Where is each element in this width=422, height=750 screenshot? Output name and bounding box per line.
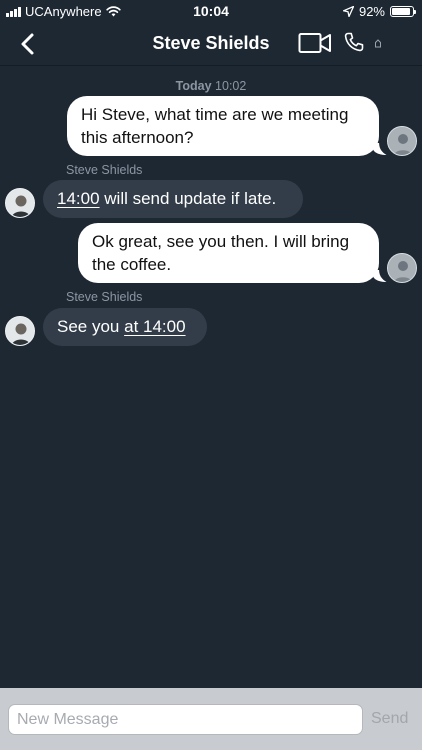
bubble-tail — [373, 143, 387, 155]
phone-call-button[interactable] — [343, 31, 365, 53]
contact-avatar[interactable] — [5, 316, 35, 346]
person-photo-icon — [388, 254, 416, 282]
video-call-icon — [298, 33, 331, 53]
outgoing-message-bubble[interactable]: Ok great, see you then. I will bring the… — [78, 223, 379, 283]
date-day: Today — [175, 79, 212, 93]
time-link[interactable]: at 14:00 — [124, 317, 185, 336]
battery-fill — [392, 8, 411, 15]
phone-call-icon — [344, 32, 364, 52]
my-avatar[interactable] — [387, 253, 417, 283]
sender-name: Steve Shields — [66, 163, 143, 177]
battery-icon — [390, 6, 416, 17]
message-composer: Send — [0, 688, 422, 750]
date-separator: Today 10:02 — [0, 79, 422, 93]
message-text: will send update if late. — [99, 189, 277, 208]
video-call-button[interactable] — [298, 32, 332, 54]
sender-name: Steve Shields — [66, 290, 143, 304]
my-avatar[interactable] — [387, 126, 417, 156]
more-icon — [375, 39, 381, 48]
location-arrow-icon — [342, 6, 354, 17]
more-button[interactable] — [372, 36, 384, 48]
person-photo-icon — [6, 189, 34, 217]
message-text: Ok great, see you then. I will bring the… — [92, 232, 350, 274]
new-message-input[interactable] — [8, 704, 363, 735]
battery-percent: 92% — [358, 4, 385, 19]
nav-bar: Steve Shields — [0, 22, 422, 66]
time-link[interactable]: 14:00 — [57, 189, 100, 208]
message-text: Hi Steve, what time are we meeting this … — [81, 105, 349, 147]
status-bar: UCAnywhere 10:04 92% — [0, 0, 422, 22]
person-photo-icon — [6, 317, 34, 345]
outgoing-message-bubble[interactable]: Hi Steve, what time are we meeting this … — [67, 96, 379, 156]
contact-avatar[interactable] — [5, 188, 35, 218]
incoming-message-bubble[interactable]: See you at 14:00 — [43, 308, 207, 346]
status-right: 92% — [342, 4, 416, 19]
incoming-message-bubble[interactable]: 14:00 will send update if late. — [43, 180, 303, 218]
person-photo-icon — [388, 127, 416, 155]
message-text: See you — [57, 317, 125, 336]
bubble-tail — [373, 270, 387, 282]
date-time: 10:02 — [215, 79, 247, 93]
send-button[interactable]: Send — [371, 710, 408, 728]
